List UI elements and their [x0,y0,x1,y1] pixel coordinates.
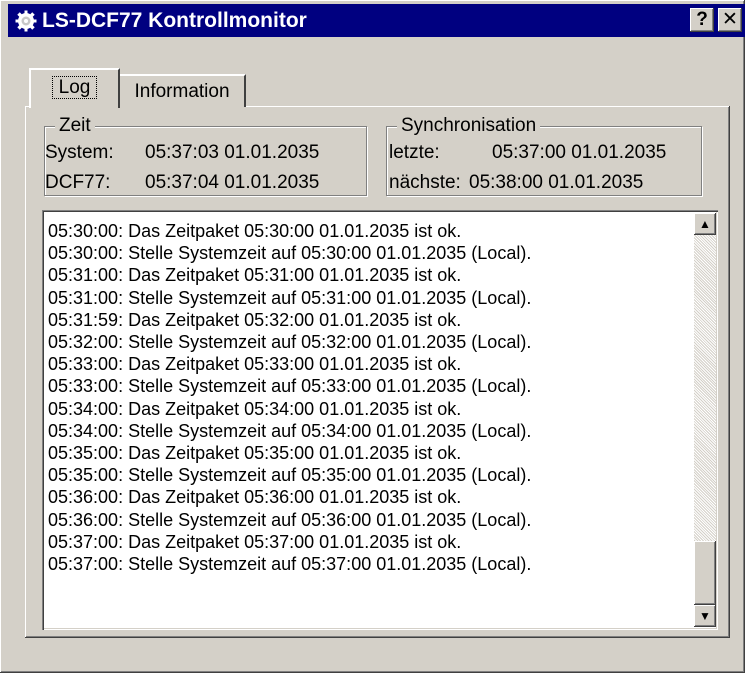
log-scrollbar[interactable]: ▲ ▼ [694,213,716,627]
app-window: LS-DCF77 Kontrollmonitor ? ✕ Log Informa… [0,0,745,673]
log-line: 05:31:00: Stelle Systemzeit auf 05:31:00… [48,287,532,308]
synchronisation-legend: Synchronisation [397,115,541,137]
dcf-time-label: DCF77: [45,172,111,193]
system-time-value: 05:37:03 01.01.2035 [145,142,320,163]
system-time-label: System: [45,142,114,163]
last-sync-row: letzte: 05:37:00 01.01.2035 [389,142,666,164]
log-line: 05:37:00: Das Zeitpaket 05:37:00 01.01.2… [48,531,462,552]
tab-log[interactable]: Log [29,68,120,108]
log-line: 05:30:00: Stelle Systemzeit auf 05:30:00… [48,243,532,264]
tab-log-label: Log [51,76,98,99]
next-sync-value: 05:38:00 01.01.2035 [469,172,644,193]
next-sync-label: nächste: [389,172,461,193]
app-gear-icon [15,10,37,32]
title-bar[interactable]: LS-DCF77 Kontrollmonitor ? ✕ [8,4,745,37]
log-line: 05:34:00: Das Zeitpaket 05:34:00 01.01.2… [48,398,462,419]
last-sync-label: letzte: [389,142,440,163]
log-line: 05:33:00: Stelle Systemzeit auf 05:33:00… [48,376,532,397]
help-button[interactable]: ? [690,8,714,32]
close-icon: ✕ [722,9,738,30]
scroll-down-arrow-icon: ▼ [699,609,711,623]
log-line: 05:36:00: Stelle Systemzeit auf 05:36:00… [48,509,532,530]
scroll-up-arrow-icon: ▲ [699,217,711,231]
dcf-time-value: 05:37:04 01.01.2035 [145,172,320,193]
dcf-time-row: DCF77: 05:37:04 01.01.2035 [45,172,319,194]
help-icon: ? [696,9,708,30]
log-line: 05:34:00: Stelle Systemzeit auf 05:34:00… [48,420,532,441]
log-line: 05:33:00: Das Zeitpaket 05:33:00 01.01.2… [48,354,462,375]
tab-information[interactable]: Information [118,74,246,107]
log-line: 05:37:00: Stelle Systemzeit auf 05:37:00… [48,554,532,575]
last-sync-value: 05:37:00 01.01.2035 [492,142,667,163]
log-lines: 05:30:00: Das Zeitpaket 05:30:00 01.01.2… [48,220,531,575]
next-sync-row: nächste: 05:38:00 01.01.2035 [389,172,643,194]
zeit-legend: Zeit [55,115,95,137]
log-line: 05:36:00: Das Zeitpaket 05:36:00 01.01.2… [48,487,462,508]
log-line: 05:35:00: Stelle Systemzeit auf 05:35:00… [48,465,532,486]
log-line: 05:30:00: Das Zeitpaket 05:30:00 01.01.2… [48,221,462,241]
log-line: 05:31:00: Das Zeitpaket 05:31:00 01.01.2… [48,265,462,286]
synchronisation-group: Synchronisation letzte: 05:37:00 01.01.20… [386,115,702,196]
tab-information-label: Information [134,81,230,102]
log-line: 05:32:00: Stelle Systemzeit auf 05:32:00… [48,332,532,353]
log-line: 05:35:00: Das Zeitpaket 05:35:00 01.01.2… [48,443,462,464]
scroll-down-button[interactable]: ▼ [694,605,716,627]
system-time-row: System: 05:37:03 01.01.2035 [45,142,319,164]
log-line: 05:31:59: Das Zeitpaket 05:32:00 01.01.2… [48,309,462,330]
zeit-group: Zeit System: 05:37:03 01.01.2035 DCF77: 05… [44,115,367,196]
window-title: LS-DCF77 Kontrollmonitor [42,9,307,32]
log-listbox[interactable]: 05:30:00: Das Zeitpaket 05:30:00 01.01.2… [42,210,718,630]
scroll-thumb[interactable] [694,541,716,605]
scroll-up-button[interactable]: ▲ [694,213,716,235]
close-button[interactable]: ✕ [718,8,742,32]
